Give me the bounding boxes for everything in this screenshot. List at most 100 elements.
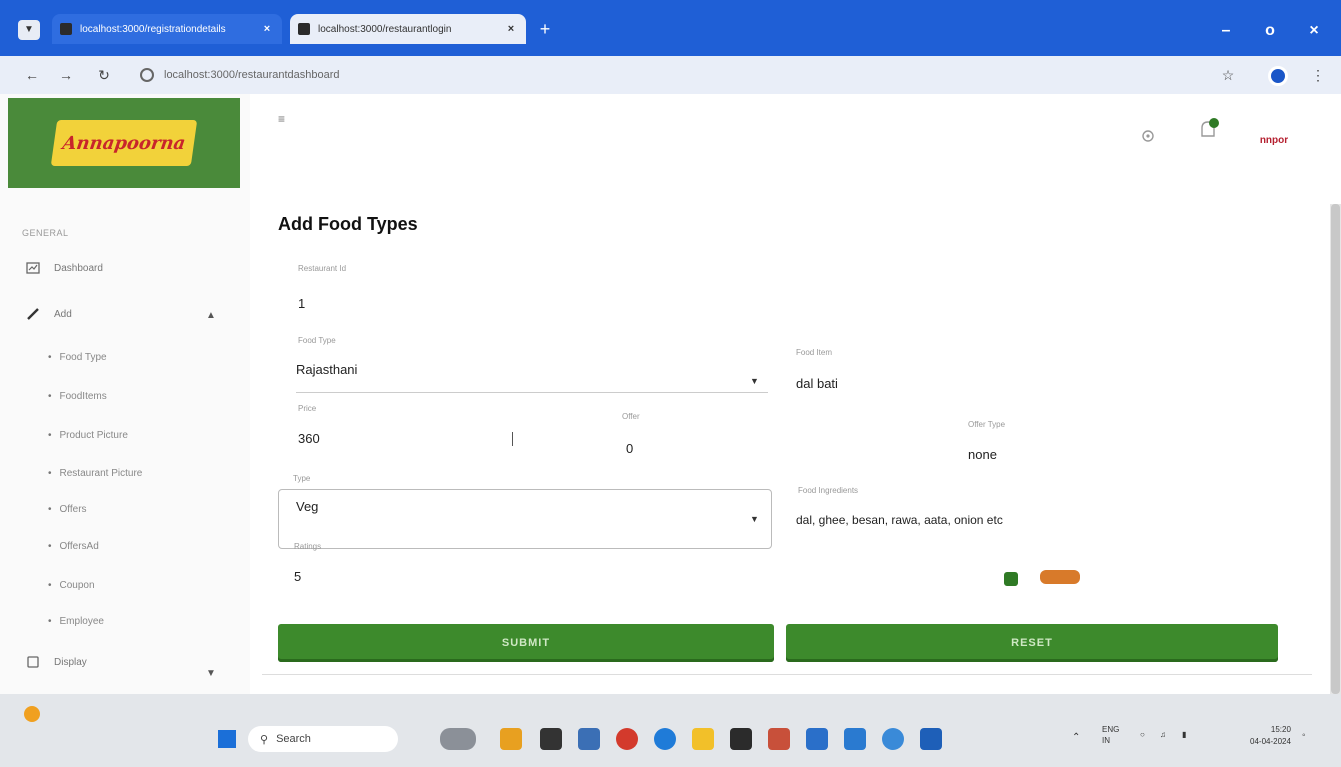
sidebar-item-add[interactable]: Add xyxy=(26,308,72,320)
site-info-icon[interactable] xyxy=(140,68,154,82)
weather-icon[interactable] xyxy=(24,706,40,722)
app-window: Annapoorna GENERAL Dashboard Add ▲ Food … xyxy=(0,94,1341,694)
sidebar-subitem-food-items[interactable]: FoodItems xyxy=(48,391,107,402)
tray-overflow-icon[interactable]: ⌃ xyxy=(1072,732,1080,743)
sidebar-item-display[interactable]: Display xyxy=(26,656,87,668)
clock[interactable]: 15:20 04-04-2024 xyxy=(1250,724,1291,748)
taskbar: ⚲ Search ⌃ ENG IN ○ ♫ ▮ 15:20 04-04-2024… xyxy=(0,694,1341,767)
browser-app-icon[interactable] xyxy=(882,728,904,750)
sidebar-subitem-product-picture[interactable]: Product Picture xyxy=(48,430,128,441)
type-label: Type xyxy=(290,474,314,483)
browser-tab-registration[interactable]: localhost:3000/registrationdetails × xyxy=(52,14,282,44)
chevron-up-icon[interactable]: ▲ xyxy=(206,310,216,321)
copilot-icon[interactable] xyxy=(500,728,522,750)
profile-avatar-icon[interactable] xyxy=(1268,66,1288,86)
sidebar-item-label: Add xyxy=(54,308,72,320)
battery-icon[interactable]: ▮ xyxy=(1182,730,1186,739)
sidebar-subitem-offers[interactable]: Offers xyxy=(48,504,87,515)
minimize-button[interactable]: – xyxy=(1212,20,1240,42)
forward-arrow-icon[interactable]: → xyxy=(56,65,76,85)
vscode-icon[interactable] xyxy=(844,728,866,750)
calendar-icon[interactable] xyxy=(768,728,790,750)
submit-button[interactable]: SUBMIT xyxy=(278,624,774,662)
store-icon[interactable] xyxy=(578,728,600,750)
clock-time: 15:20 xyxy=(1270,725,1291,734)
wifi-icon[interactable]: ○ xyxy=(1140,730,1145,739)
camera-icon[interactable] xyxy=(1004,572,1018,586)
food-type-dropdown-icon[interactable]: ▼ xyxy=(750,376,759,386)
offer-type-field[interactable]: none xyxy=(968,447,997,462)
outlook-icon[interactable] xyxy=(920,728,942,750)
photos-icon[interactable] xyxy=(806,728,828,750)
tab-close-icon[interactable]: × xyxy=(504,23,518,35)
address-bar[interactable]: localhost:3000/restaurantdashboard xyxy=(140,62,1200,88)
widget-icon[interactable] xyxy=(440,728,476,750)
pencil-icon xyxy=(26,308,40,320)
offer-field[interactable]: 0 xyxy=(626,441,633,456)
browser-menu-icon[interactable]: ⋮ xyxy=(1308,65,1328,85)
reset-button[interactable]: RESET xyxy=(786,624,1278,662)
ratings-label: Ratings xyxy=(294,542,322,551)
hamburger-menu-icon[interactable]: ≡ xyxy=(278,112,285,126)
user-avatar[interactable]: nnpor xyxy=(1250,126,1298,154)
price-label: Price xyxy=(298,404,317,413)
sidebar-subitem-employee[interactable]: Employee xyxy=(48,616,104,627)
terminal-icon[interactable] xyxy=(730,728,752,750)
sidebar-subitem-food-type[interactable]: Food Type xyxy=(48,352,107,363)
text-cursor xyxy=(512,432,513,446)
reload-icon[interactable]: ↻ xyxy=(94,65,114,85)
food-type-select[interactable]: Rajasthani xyxy=(296,362,357,377)
chrome-icon[interactable] xyxy=(616,728,638,750)
ratings-field[interactable]: 5 xyxy=(294,569,301,584)
sidebar-subitem-offers-ad[interactable]: OffersAd xyxy=(48,541,99,552)
type-dropdown-icon[interactable]: ▼ xyxy=(750,514,759,524)
tab-label: localhost:3000/restaurantlogin xyxy=(318,23,452,35)
browser-tab-restaurantlogin[interactable]: localhost:3000/restaurantlogin × xyxy=(290,14,526,44)
task-view-icon[interactable] xyxy=(540,728,562,750)
back-arrow-icon[interactable]: ← xyxy=(22,65,42,85)
sidebar-section-title: GENERAL xyxy=(22,228,69,238)
tab-close-icon[interactable]: × xyxy=(260,23,274,35)
tab-label: localhost:3000/registrationdetails xyxy=(80,23,226,35)
logo-badge: Annapoorna xyxy=(50,120,198,166)
bookmark-star-icon[interactable]: ☆ xyxy=(1218,65,1238,85)
notifications-icon[interactable]: ◦ xyxy=(1302,730,1306,741)
type-select[interactable]: Veg xyxy=(296,499,318,514)
notification-bell-icon[interactable] xyxy=(1196,116,1222,147)
restaurant-id-label: Restaurant Id xyxy=(298,264,347,273)
sidebar-item-label: Display xyxy=(54,656,87,668)
chevron-down-icon[interactable]: ▼ xyxy=(206,668,216,679)
windows-start-icon[interactable] xyxy=(218,730,236,748)
screen: ▼ localhost:3000/registrationdetails × l… xyxy=(0,0,1341,767)
lang-region: IN xyxy=(1102,736,1110,745)
browser-tabstrip: ▼ localhost:3000/registrationdetails × l… xyxy=(0,0,1341,56)
edge-icon[interactable] xyxy=(654,728,676,750)
restaurant-id-field[interactable]: 1 xyxy=(298,296,305,311)
maximize-button[interactable]: o xyxy=(1256,20,1284,42)
price-field[interactable]: 360 xyxy=(298,431,320,446)
type-select-outline[interactable] xyxy=(278,489,772,549)
sidebar-item-dashboard[interactable]: Dashboard xyxy=(26,262,103,274)
tab-search-button[interactable]: ▼ xyxy=(18,20,40,40)
logo-text: Annapoorna xyxy=(61,132,187,154)
food-type-underline xyxy=(296,392,768,393)
food-item-field[interactable]: dal bati xyxy=(796,376,838,391)
taskbar-search[interactable]: ⚲ Search xyxy=(248,726,398,752)
scrollbar-thumb[interactable] xyxy=(1331,204,1340,694)
language-indicator[interactable]: ENG IN xyxy=(1102,724,1119,746)
sidebar-subitem-coupon[interactable]: Coupon xyxy=(48,580,95,591)
close-window-button[interactable]: × xyxy=(1300,20,1328,42)
volume-icon[interactable]: ♫ xyxy=(1160,730,1166,739)
food-ingredients-label: Food Ingredients xyxy=(798,486,859,495)
browser-toolbar: ← → ↻ localhost:3000/restaurantdashboard… xyxy=(0,56,1341,94)
logo[interactable]: Annapoorna xyxy=(8,98,240,188)
offer-label: Offer xyxy=(622,412,640,421)
sidebar-subitem-restaurant-picture[interactable]: Restaurant Picture xyxy=(48,468,143,479)
search-icon: ⚲ xyxy=(260,733,269,746)
search-placeholder: Search xyxy=(276,733,311,745)
settings-icon[interactable] xyxy=(1140,128,1156,149)
new-tab-button[interactable]: + xyxy=(534,18,556,40)
file-explorer-icon[interactable] xyxy=(692,728,714,750)
food-ingredients-field[interactable]: dal, ghee, besan, rawa, aata, onion etc xyxy=(796,513,1003,527)
food-type-label: Food Type xyxy=(298,336,336,345)
